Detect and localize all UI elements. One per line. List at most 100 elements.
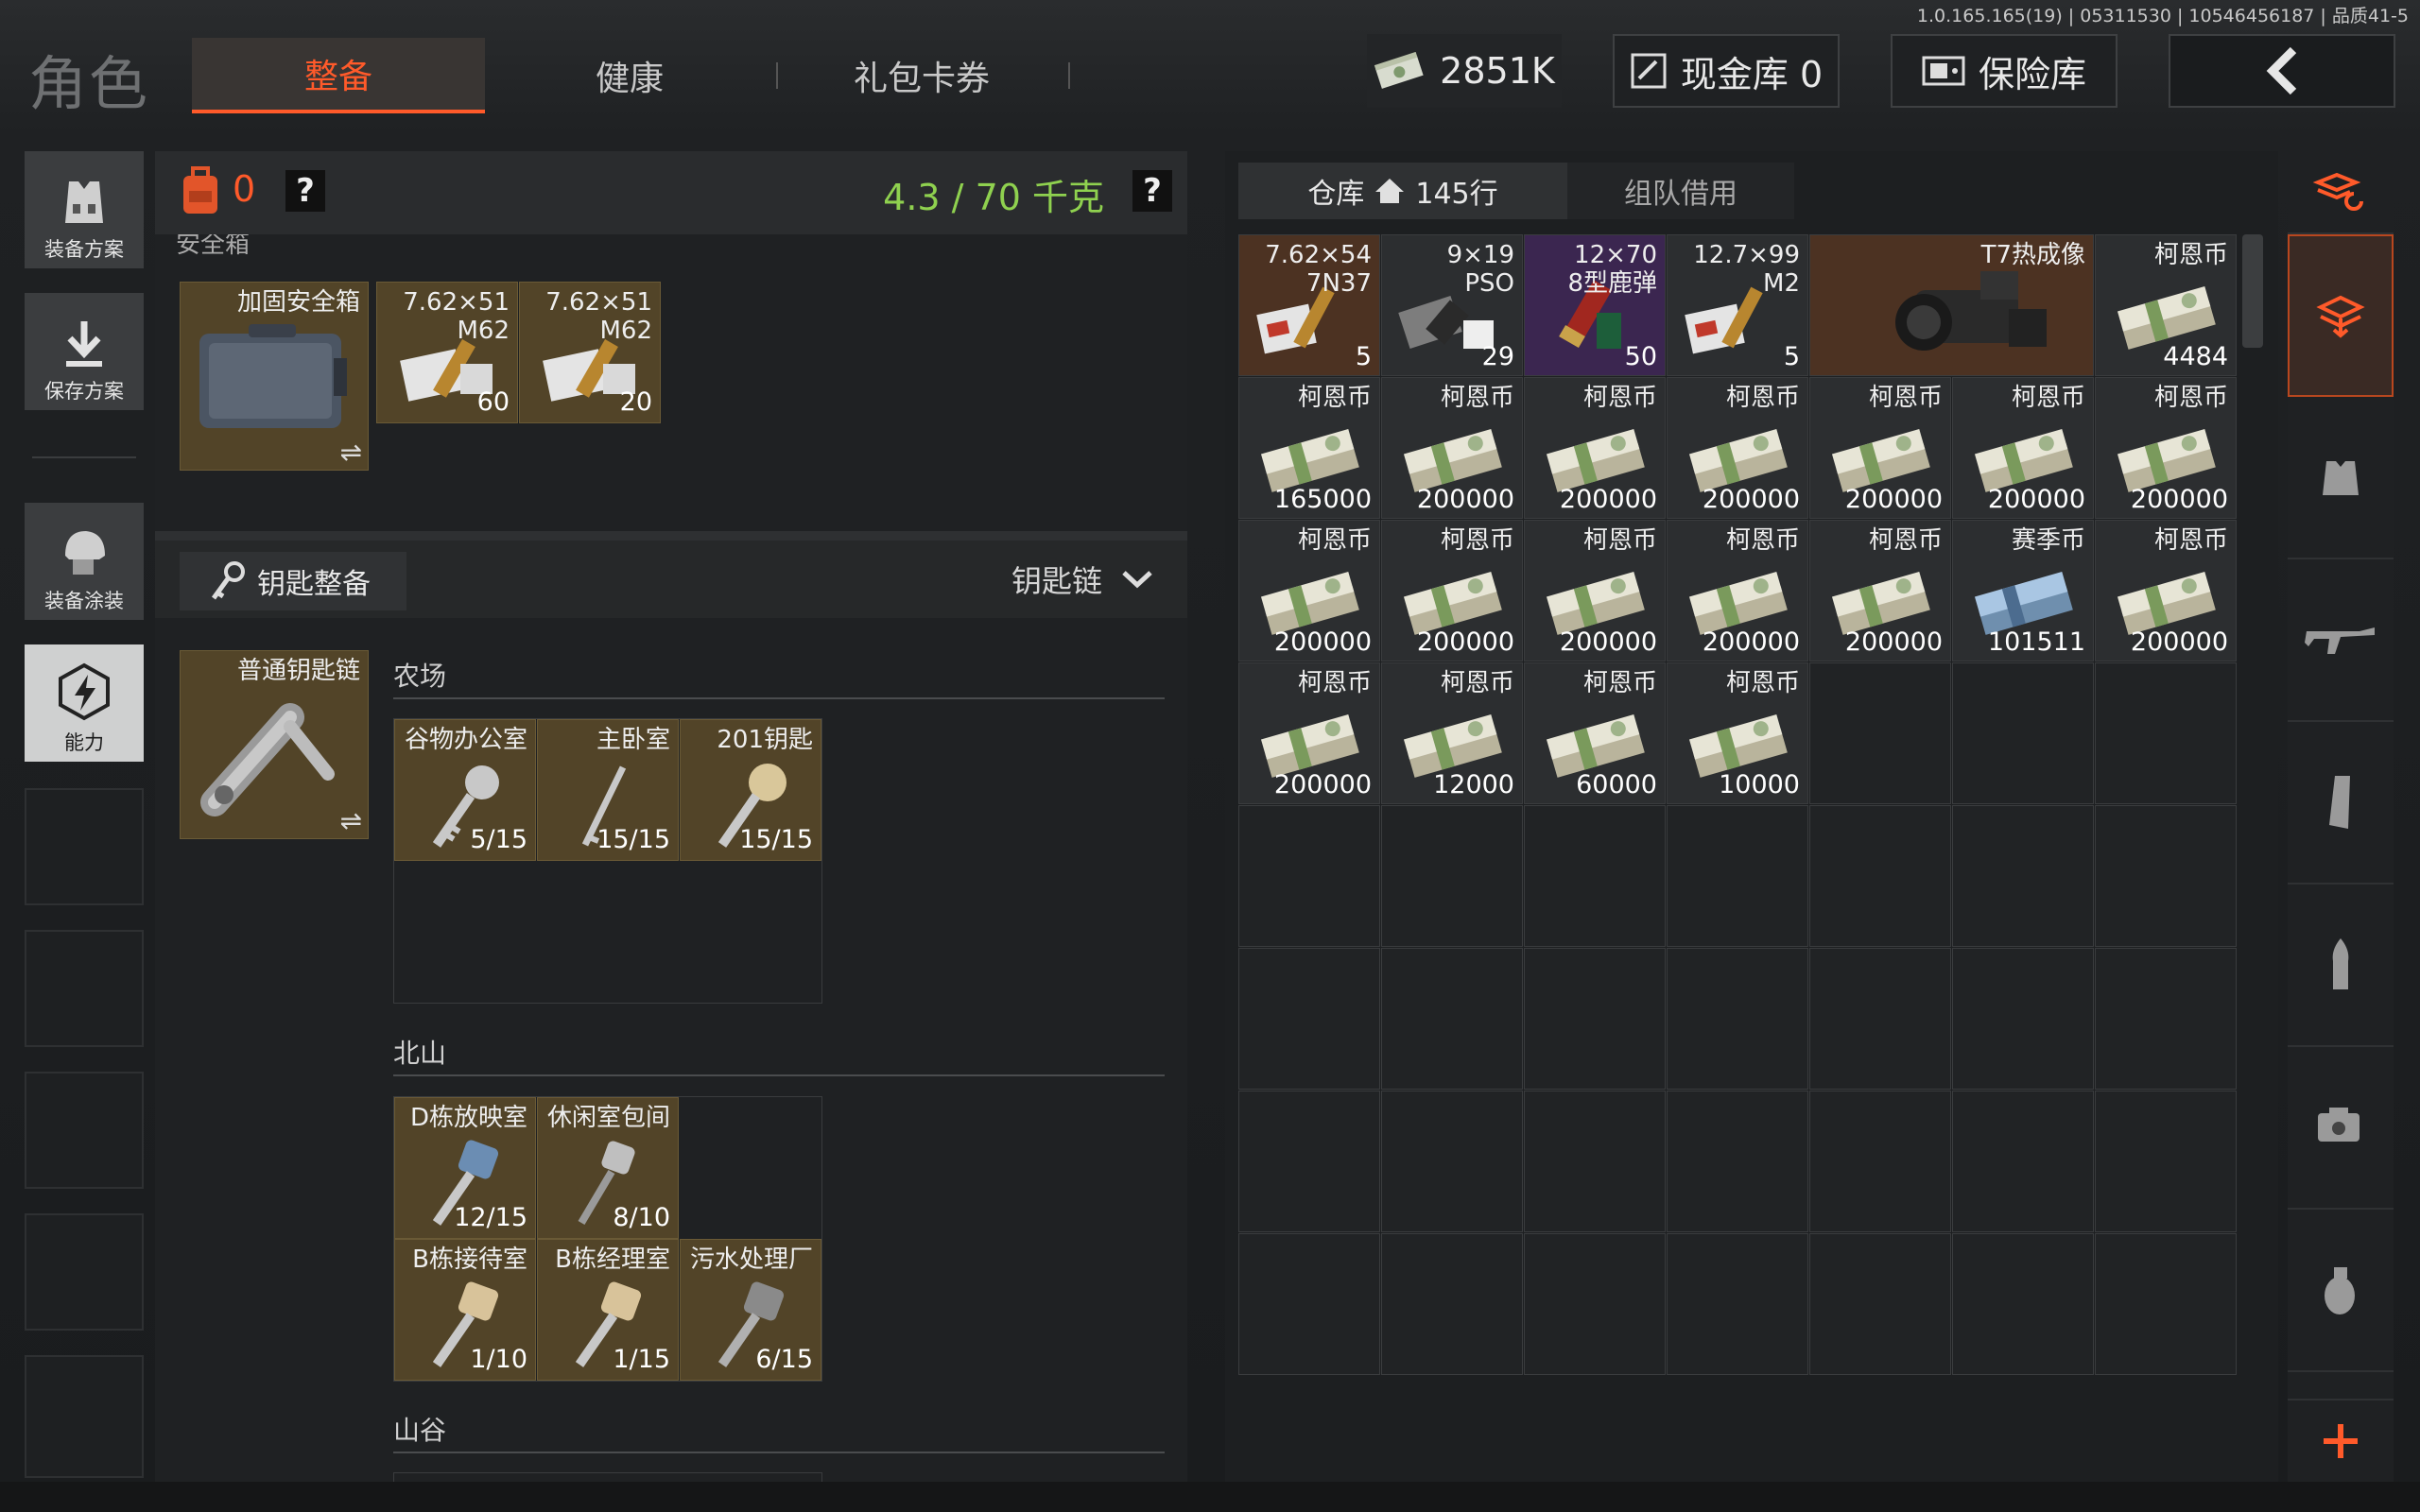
help-button[interactable]: ? xyxy=(285,170,325,212)
key-item[interactable]: B栋经理室 1/15 xyxy=(537,1239,679,1381)
key-item[interactable]: 主卧室 15/15 xyxy=(537,719,679,861)
key-loadout-button[interactable]: 钥匙整备 xyxy=(180,552,406,610)
gear-filter-button[interactable] xyxy=(2288,1047,2394,1210)
tab-giftcards[interactable]: 礼包卡券 xyxy=(775,38,1068,113)
warehouse-item[interactable]: 柯恩币 200000 xyxy=(1952,377,2094,519)
grid-cell-empty[interactable] xyxy=(1381,1233,1523,1375)
key-item[interactable]: 谷物办公室 5/15 xyxy=(394,719,536,861)
warehouse-item-wide[interactable]: T7热成像 xyxy=(1809,234,2094,376)
key-item[interactable]: 污水处理厂 6/15 xyxy=(680,1239,821,1381)
warehouse-item[interactable]: 柯恩币 200000 xyxy=(1238,662,1380,804)
tab-warehouse[interactable]: 仓库 145行 xyxy=(1238,163,1567,219)
key-icon xyxy=(211,561,245,600)
grid-cell-empty[interactable] xyxy=(1952,1233,2094,1375)
swap-icon[interactable]: ⇌ xyxy=(340,437,362,468)
weapon-filter-button[interactable] xyxy=(2288,559,2394,722)
key-item[interactable]: D栋放映室 12/15 xyxy=(394,1097,536,1239)
grid-cell-empty[interactable] xyxy=(1381,805,1523,947)
grid-cell-empty[interactable] xyxy=(2095,662,2237,804)
grid-cell-empty[interactable] xyxy=(1952,662,2094,804)
warehouse-item[interactable]: 赛季币 101511 xyxy=(1952,520,2094,662)
warehouse-item[interactable]: 柯恩币 200000 xyxy=(1524,520,1666,662)
warehouse-item[interactable]: 柯恩币 200000 xyxy=(1809,520,1951,662)
key-item[interactable]: 201钥匙 15/15 xyxy=(680,719,821,861)
grid-cell-empty[interactable] xyxy=(1952,948,2094,1090)
grid-cell-empty[interactable] xyxy=(1524,1233,1666,1375)
grid-cell-empty[interactable] xyxy=(1238,948,1380,1090)
grid-cell-empty[interactable] xyxy=(1809,805,1951,947)
safebox-slot[interactable]: 加固安全箱 ⇌ xyxy=(180,282,369,471)
consumable-filter-button[interactable] xyxy=(2288,1210,2394,1372)
magazine-filter-button[interactable] xyxy=(2288,722,2394,885)
grid-cell-empty[interactable] xyxy=(1238,1233,1380,1375)
warehouse-item[interactable]: 柯恩币 200000 xyxy=(1667,520,1808,662)
back-button[interactable] xyxy=(2169,34,2395,108)
safe-vault-button[interactable]: 保险库 xyxy=(1891,34,2118,108)
grid-cell-empty[interactable] xyxy=(1667,1091,1808,1232)
grid-cell-empty[interactable] xyxy=(1952,805,2094,947)
grid-cell-empty[interactable] xyxy=(1667,1233,1808,1375)
warehouse-item[interactable]: 柯恩币 165000 xyxy=(1238,377,1380,519)
safebox-item[interactable]: 7.62×51 M62 60 xyxy=(376,282,518,423)
grid-cell-empty[interactable] xyxy=(1667,948,1808,1090)
warehouse-item[interactable]: 柯恩币 200000 xyxy=(1809,377,1951,519)
cash-vault-label: 现金库 0 xyxy=(1680,53,1824,95)
grid-cell-empty[interactable] xyxy=(2095,1091,2237,1232)
grid-cell-empty[interactable] xyxy=(1524,1091,1666,1232)
warehouse-item[interactable]: 7.62×54 7N37 5 xyxy=(1238,234,1380,376)
grid-cell-empty[interactable] xyxy=(1381,1091,1523,1232)
chevron-down-icon xyxy=(1122,571,1152,589)
grid-cell-empty[interactable] xyxy=(1381,948,1523,1090)
sort-button[interactable] xyxy=(2288,151,2394,234)
add-button[interactable] xyxy=(2288,1399,2394,1484)
warehouse-item[interactable]: 柯恩币 200000 xyxy=(1238,520,1380,662)
warehouse-item[interactable]: 9×19 PSO 29 xyxy=(1381,234,1523,376)
grid-cell-empty[interactable] xyxy=(1809,1233,1951,1375)
safebox-item[interactable]: 7.62×51 M62 20 xyxy=(519,282,661,423)
cash-vault-button[interactable]: 现金库 0 xyxy=(1613,34,1840,108)
warehouse-item[interactable]: 柯恩币 4484 xyxy=(2095,234,2237,376)
currency-display[interactable]: 2851K xyxy=(1367,34,1562,108)
keychain-dropdown[interactable]: 钥匙链 xyxy=(1011,558,1153,601)
grid-cell-empty[interactable] xyxy=(1238,1091,1380,1232)
grid-cell-empty[interactable] xyxy=(2095,948,2237,1090)
grid-cell-empty[interactable] xyxy=(2095,1233,2237,1375)
warehouse-item[interactable]: 12×70 8型鹿弹 50 xyxy=(1524,234,1666,376)
warehouse-item[interactable]: 柯恩币 200000 xyxy=(2095,520,2237,662)
warehouse-item[interactable]: 柯恩币 200000 xyxy=(1381,377,1523,519)
sidebar-item-abilities[interactable]: 能力 xyxy=(25,644,144,762)
tab-team-borrow[interactable]: 组队借用 xyxy=(1567,163,1794,219)
keychain-slot[interactable]: 普通钥匙链 ⇌ xyxy=(180,650,369,839)
weight-help-button[interactable]: ? xyxy=(1132,170,1172,212)
swap-icon[interactable]: ⇌ xyxy=(340,805,362,836)
warehouse-item[interactable]: 柯恩币 200000 xyxy=(1667,377,1808,519)
sidebar-item-save-plan[interactable]: 保存方案 xyxy=(25,293,144,410)
grid-cell-empty[interactable] xyxy=(1809,1091,1951,1232)
grid-cell-empty[interactable] xyxy=(1952,1091,2094,1232)
key-item[interactable]: B栋接待室 1/10 xyxy=(394,1239,536,1381)
warehouse-item[interactable]: 柯恩币 200000 xyxy=(1524,377,1666,519)
armor-filter-button[interactable] xyxy=(2288,397,2394,559)
storage-button[interactable] xyxy=(2288,234,2394,397)
grid-cell-empty[interactable] xyxy=(1809,948,1951,1090)
grid-cell-empty[interactable] xyxy=(1524,805,1666,947)
warehouse-item[interactable]: 柯恩币 60000 xyxy=(1524,662,1666,804)
scrollbar-thumb[interactable] xyxy=(2242,234,2263,348)
tab-loadout[interactable]: 整备 xyxy=(192,38,485,113)
grid-cell-empty[interactable] xyxy=(1524,948,1666,1090)
warehouse-item[interactable]: 柯恩币 200000 xyxy=(1381,520,1523,662)
ammo-filter-button[interactable] xyxy=(2288,885,2394,1047)
grid-cell-empty[interactable] xyxy=(1809,662,1951,804)
warehouse-item[interactable]: 12.7×99 M2 5 xyxy=(1667,234,1808,376)
grid-cell-empty[interactable] xyxy=(1667,805,1808,947)
warehouse-item[interactable]: 柯恩币 10000 xyxy=(1667,662,1808,804)
warehouse-item[interactable]: 柯恩币 200000 xyxy=(2095,377,2237,519)
section-divider xyxy=(393,1074,1165,1076)
sidebar-item-skins[interactable]: 装备涂装 xyxy=(25,503,144,620)
key-item[interactable]: 休闲室包间 8/10 xyxy=(537,1097,679,1239)
grid-cell-empty[interactable] xyxy=(2095,805,2237,947)
tab-health[interactable]: 健康 xyxy=(483,38,776,113)
grid-cell-empty[interactable] xyxy=(1238,805,1380,947)
warehouse-item[interactable]: 柯恩币 12000 xyxy=(1381,662,1523,804)
sidebar-item-loadout-plan[interactable]: 装备方案 xyxy=(25,151,144,268)
